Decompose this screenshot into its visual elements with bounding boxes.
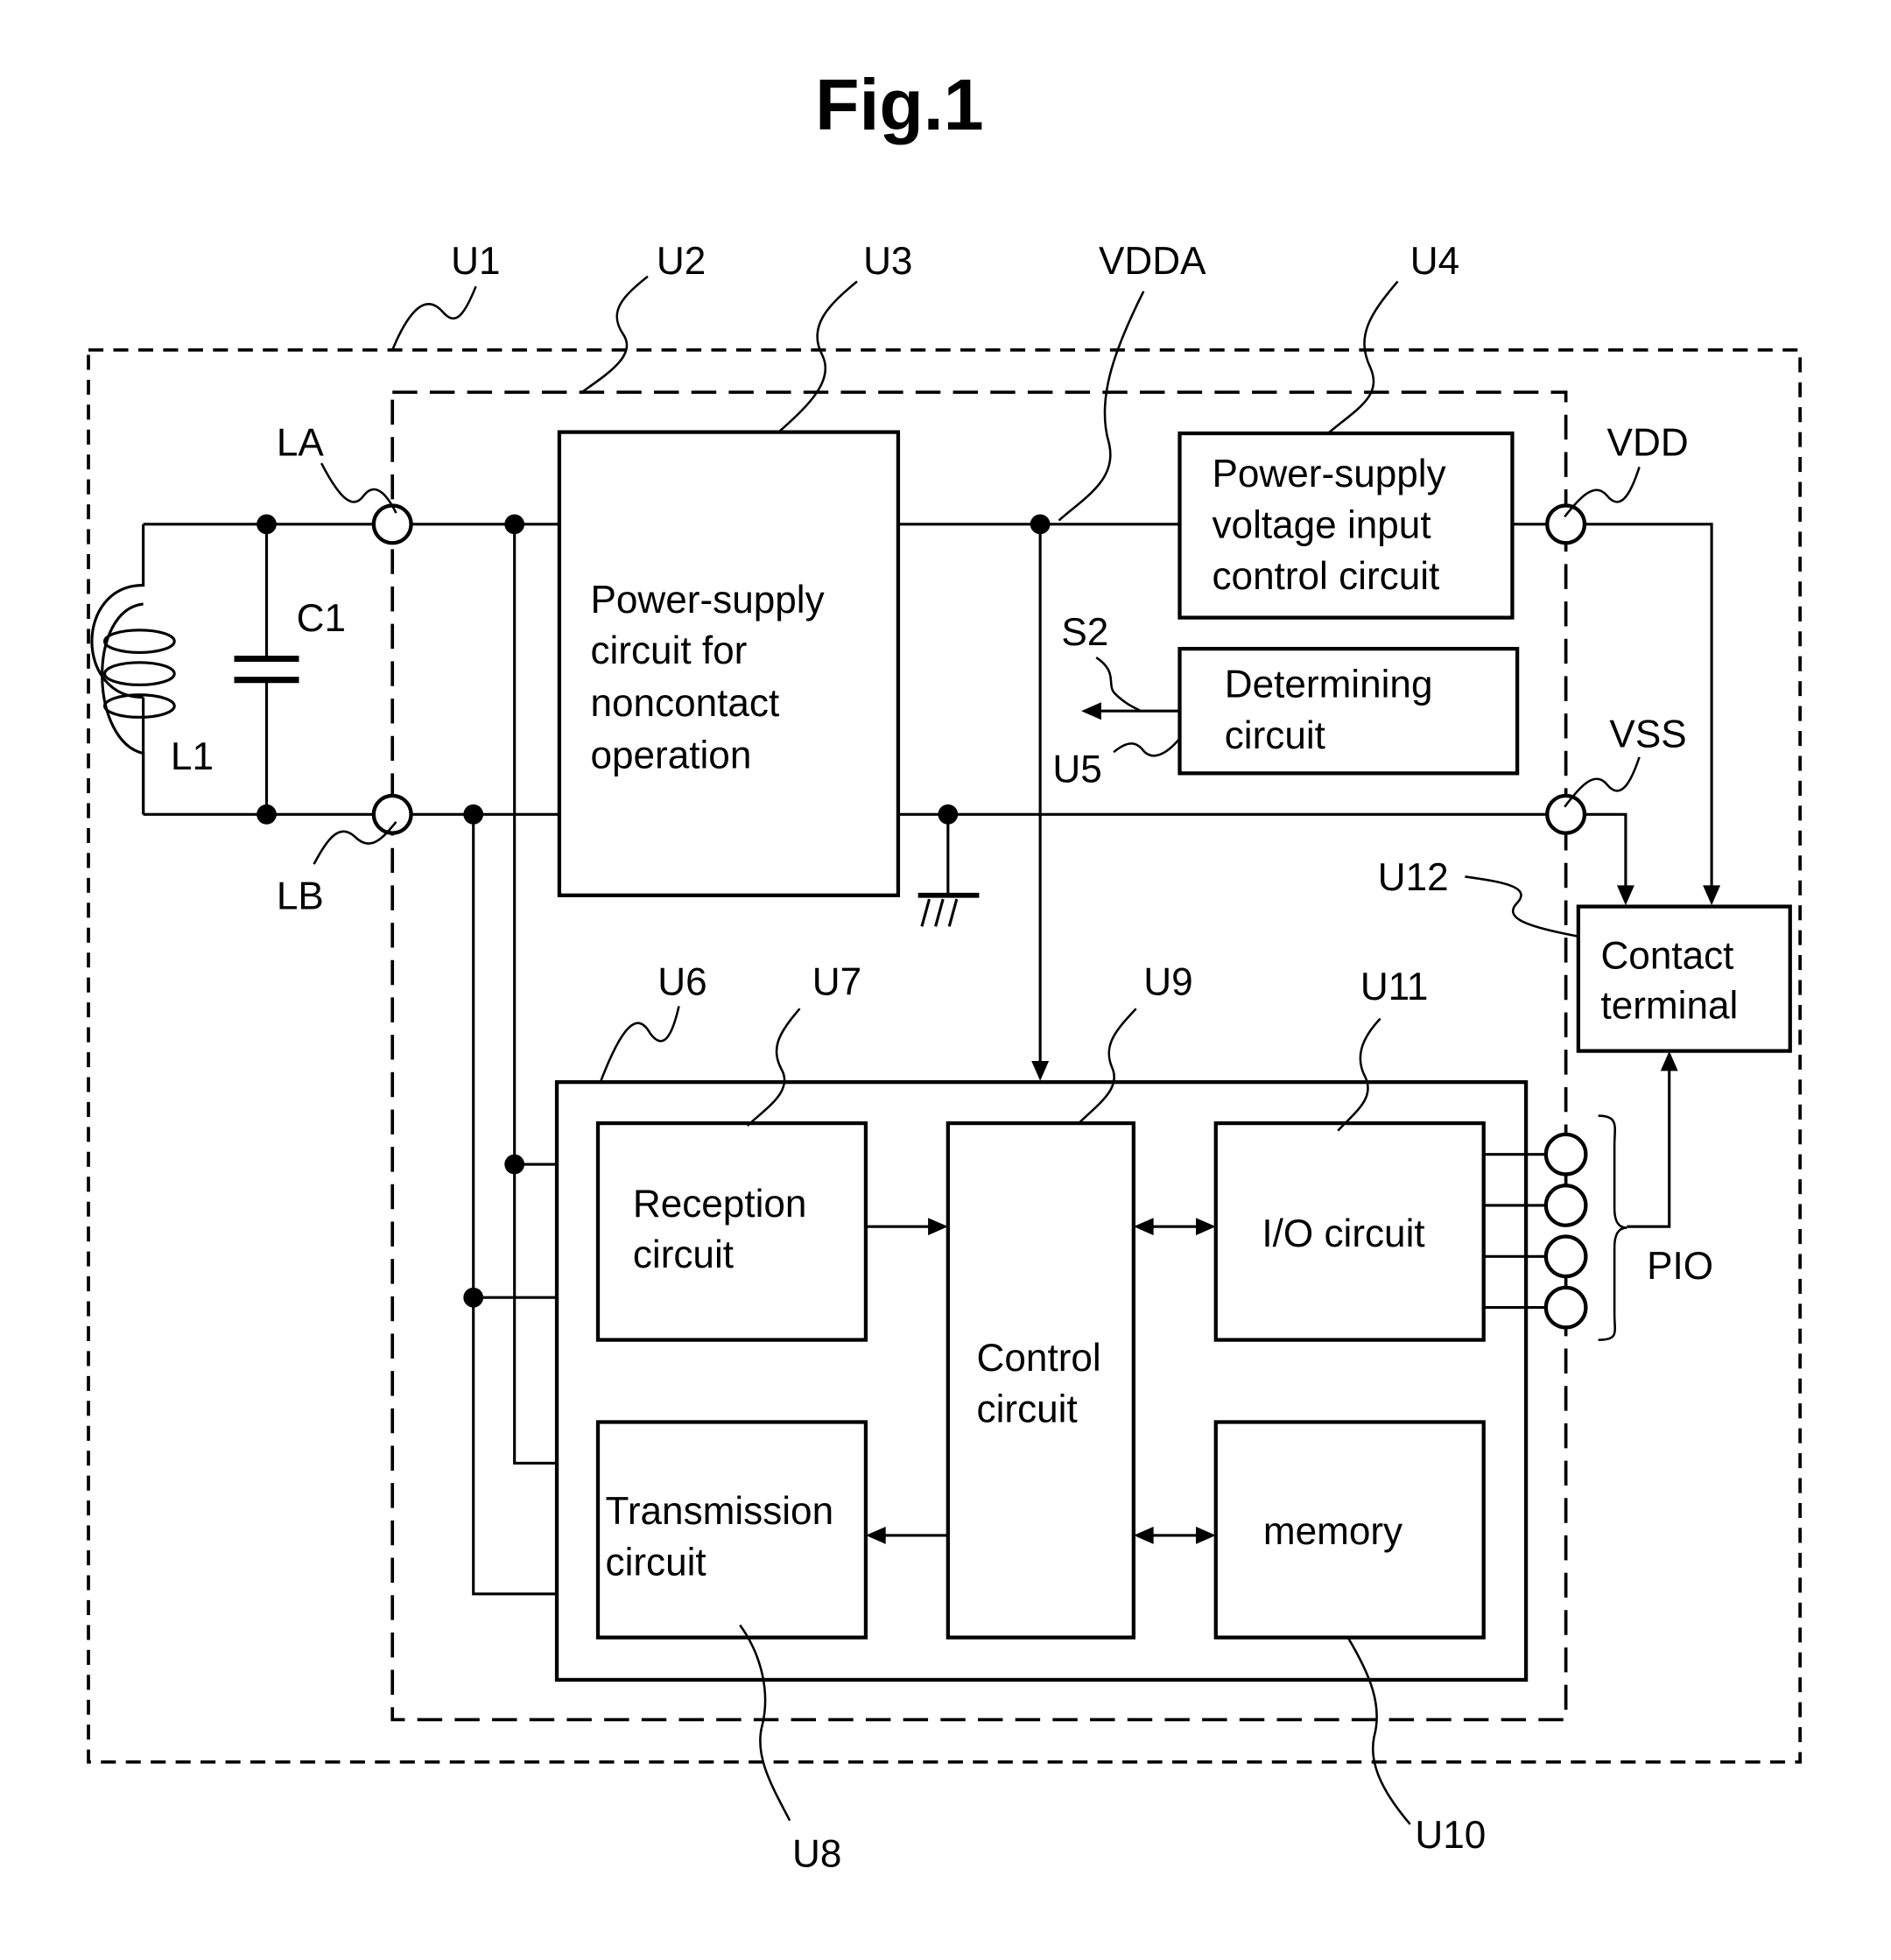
label-u11: U11 [1360,966,1429,1008]
node-dot [257,804,277,825]
leader-u3 [777,280,858,433]
leader-u1 [391,285,477,351]
wire-vdd-to-contact [1584,523,1713,887]
label-s2: S2 [1061,611,1108,654]
node-dot [463,1287,484,1308]
label-u9: U9 [1143,961,1192,1004]
capacitor-c1 [234,523,299,815]
block-memory-text: memory [1263,1510,1402,1553]
circuit-diagram: Fig.1 C1 L1 LA LB Power-supply circuit f… [87,65,1802,1875]
label-u5: U5 [1052,748,1101,790]
wire-vss-to-contact [1584,812,1627,887]
label-vdda: VDDA [1099,240,1206,283]
label-pio: PIO [1647,1245,1713,1288]
terminal-vss [1545,793,1587,835]
block-reception [595,1121,868,1342]
label-u10: U10 [1415,1814,1486,1857]
brace-pio [1598,1114,1627,1341]
label-u1: U1 [451,240,500,283]
label-vdd: VDD [1607,422,1689,465]
label-u7: U7 [812,961,861,1004]
leader-u4 [1327,280,1399,435]
block-voltage-input-control-text: Power-supply voltage input control circu… [1213,453,1457,598]
label-la: LA [277,422,325,465]
label-l1: L1 [171,735,214,778]
label-lb: LB [277,875,324,917]
node-dot [257,514,277,535]
label-u2: U2 [657,240,706,283]
label-c1: C1 [297,597,346,640]
coil-l1 [90,523,176,815]
label-u3: U3 [863,240,912,283]
leader-s2 [1095,657,1142,713]
wire-pio-to-contact [1627,1068,1671,1228]
block-io-text: I/O circuit [1262,1212,1424,1255]
figure-title: Fig.1 [815,65,984,145]
label-u8: U8 [792,1832,841,1875]
label-u6: U6 [657,961,706,1004]
arrow-head [1081,702,1101,720]
leader-u6 [599,1006,680,1083]
leader-u2 [580,275,649,394]
arrow-head [1616,885,1634,906]
label-vss: VSS [1609,713,1686,756]
arrow-head [1031,1060,1050,1081]
terminal-la [371,503,413,545]
terminal-vdd [1545,503,1587,545]
arrow-head [1703,885,1721,906]
leader-u5 [1113,737,1181,757]
block-control [946,1121,1135,1640]
leader-u12 [1465,875,1579,938]
leader-vdda [1058,291,1145,522]
label-u4: U4 [1410,240,1459,283]
arrow-head [1660,1050,1678,1071]
label-u12: U12 [1378,856,1449,899]
node-dot [504,1154,525,1175]
ground-icon [917,814,980,927]
block-contact-terminal [1576,904,1792,1053]
